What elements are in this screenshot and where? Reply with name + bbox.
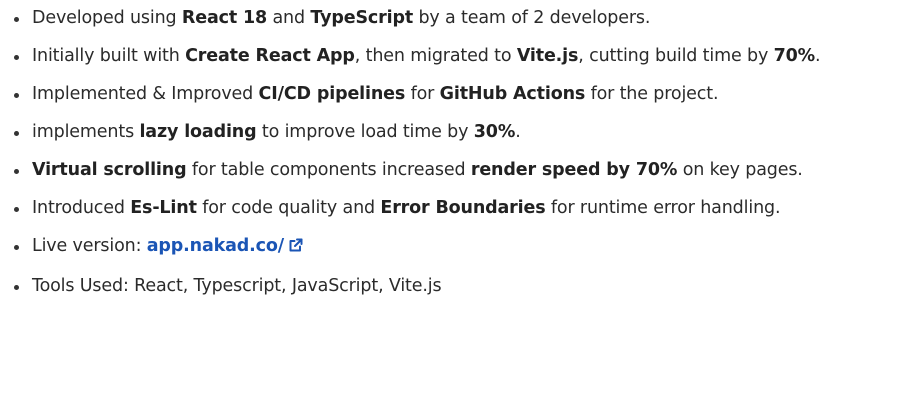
bullet-text: on key pages.	[677, 160, 803, 180]
bullet-text: for code quality and	[196, 198, 381, 218]
bullet-text: and	[267, 8, 311, 28]
bullet-item: Virtual scrolling for table components i…	[10, 156, 914, 185]
bullet-item: Implemented & Improved CI/CD pipelines f…	[10, 80, 914, 109]
bullet-text: by a team of 2 developers.	[413, 8, 651, 28]
bullet-emphasis: Es-Lint	[130, 198, 197, 218]
bullet-emphasis: Vite.js	[516, 46, 579, 66]
bullet-text: Tools Used: React, Typescript, JavaScrip…	[32, 276, 442, 296]
bullet-text: for table components increased	[186, 160, 471, 180]
live-version-link[interactable]: app.nakad.co/	[147, 236, 304, 256]
bullet-item: implements lazy loading to improve load …	[10, 118, 914, 147]
project-details-section: Developed using React 18 and TypeScript …	[0, 0, 924, 407]
bullet-text: Initially built with	[32, 46, 186, 66]
bullet-text: for	[405, 84, 440, 104]
bullet-emphasis: Error Boundaries	[380, 198, 546, 218]
bullet-text: , then migrated to	[354, 46, 517, 66]
bullet-text: , cutting build time by	[578, 46, 774, 66]
bullet-emphasis: 30%	[473, 122, 516, 142]
bullet-item: Initially built with Create React App, t…	[10, 42, 914, 71]
bullet-item: Live version: app.nakad.co/	[10, 232, 914, 263]
bullet-text: implements	[32, 122, 140, 142]
bullet-text: for runtime error handling.	[545, 198, 781, 218]
bullet-text: .	[815, 46, 821, 66]
bullet-text: Live version:	[32, 236, 147, 256]
bullet-emphasis: Create React App	[185, 46, 355, 66]
bullet-emphasis: 70%	[773, 46, 816, 66]
bullet-text: to improve load time by	[256, 122, 474, 142]
bullet-emphasis: lazy loading	[139, 122, 257, 142]
external-link-icon	[288, 234, 304, 263]
bullet-text: .	[515, 122, 521, 142]
bullet-emphasis: GitHub Actions	[439, 84, 586, 104]
bullet-emphasis: CI/CD pipelines	[258, 84, 406, 104]
bullet-text: Implemented & Improved	[32, 84, 259, 104]
bullet-item: Introduced Es-Lint for code quality and …	[10, 194, 914, 223]
bullet-emphasis: TypeScript	[310, 8, 414, 28]
bullet-list: Developed using React 18 and TypeScript …	[10, 4, 914, 301]
live-version-link-label: app.nakad.co/	[146, 236, 285, 256]
bullet-item: Developed using React 18 and TypeScript …	[10, 4, 914, 33]
bullet-emphasis: Virtual scrolling	[32, 160, 187, 180]
bullet-text: Introduced	[32, 198, 131, 218]
bullet-text: for the project.	[585, 84, 719, 104]
bullet-text: Developed using	[32, 8, 182, 28]
bullet-item: Tools Used: React, Typescript, JavaScrip…	[10, 272, 914, 301]
bullet-emphasis: React 18	[181, 8, 268, 28]
bullet-emphasis: render speed by 70%	[470, 160, 678, 180]
